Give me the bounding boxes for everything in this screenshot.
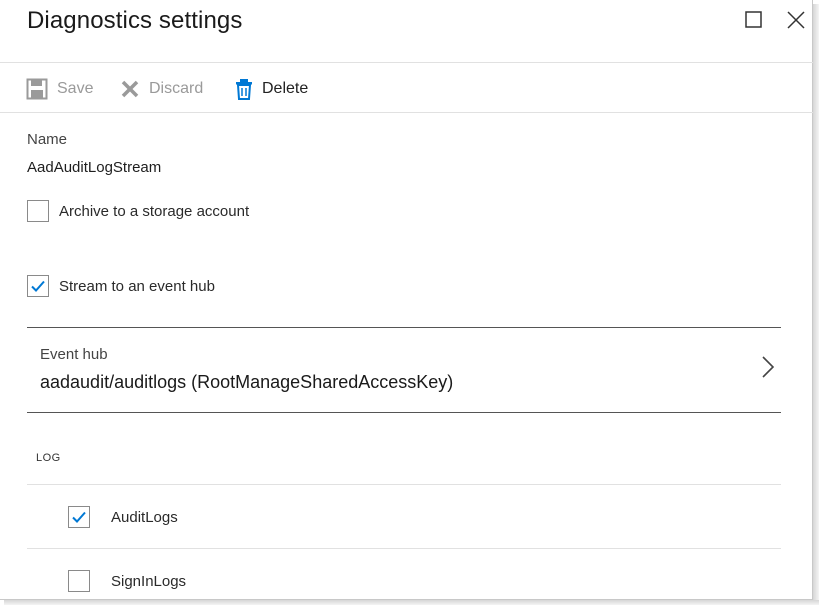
stream-event-hub-checkbox[interactable]: Stream to an event hub bbox=[27, 275, 215, 297]
checkmark-icon bbox=[72, 511, 86, 523]
log-section-heading: LOG bbox=[36, 452, 61, 464]
name-label: Name bbox=[27, 131, 68, 148]
close-icon bbox=[787, 11, 805, 29]
toolbar-divider bbox=[0, 112, 813, 113]
event-hub-bottom-divider bbox=[27, 412, 781, 413]
stream-checkbox-box[interactable] bbox=[27, 275, 49, 297]
delete-label: Delete bbox=[262, 80, 309, 97]
header-divider bbox=[0, 62, 813, 63]
discard-label: Discard bbox=[149, 80, 204, 97]
save-label: Save bbox=[57, 80, 94, 97]
name-value: AadAuditLogStream bbox=[27, 159, 162, 176]
discard-button[interactable]: Discard bbox=[120, 76, 203, 102]
event-hub-value: aadaudit/auditlogs (RootManageSharedAcce… bbox=[40, 372, 454, 392]
signinlogs-label: SignInLogs bbox=[111, 572, 187, 590]
checkmark-icon bbox=[31, 280, 45, 292]
log-item-auditlogs[interactable]: AuditLogs bbox=[68, 506, 178, 528]
page-title: Diagnostics settings bbox=[27, 7, 243, 34]
auditlogs-checkbox-box[interactable] bbox=[68, 506, 90, 528]
close-button[interactable] bbox=[786, 10, 806, 30]
chevron-right-icon bbox=[762, 356, 775, 378]
stream-checkbox-label: Stream to an event hub bbox=[59, 277, 215, 295]
archive-storage-checkbox[interactable]: Archive to a storage account bbox=[27, 200, 249, 222]
event-hub-label: Event hub bbox=[40, 346, 108, 363]
diagnostics-settings-blade: Diagnostics settings Save Discard Delete… bbox=[0, 0, 813, 600]
archive-checkbox-box[interactable] bbox=[27, 200, 49, 222]
trash-icon bbox=[236, 79, 252, 100]
panel-shadow-right bbox=[813, 4, 819, 605]
save-icon bbox=[26, 78, 48, 100]
panel-shadow-bottom bbox=[4, 600, 819, 605]
discard-icon bbox=[121, 80, 139, 98]
auditlogs-label: AuditLogs bbox=[111, 508, 178, 526]
delete-button[interactable]: Delete bbox=[235, 76, 308, 102]
log-row-divider bbox=[27, 548, 781, 549]
log-item-signinlogs[interactable]: SignInLogs bbox=[68, 570, 186, 592]
save-button[interactable]: Save bbox=[26, 76, 93, 102]
event-hub-top-divider bbox=[27, 327, 781, 328]
signinlogs-checkbox-box[interactable] bbox=[68, 570, 90, 592]
archive-checkbox-label: Archive to a storage account bbox=[59, 202, 250, 220]
maximize-button[interactable] bbox=[744, 10, 764, 30]
maximize-icon bbox=[745, 11, 762, 28]
log-header-divider bbox=[27, 484, 781, 485]
event-hub-selector[interactable]: Event hub aadaudit/auditlogs (RootManage… bbox=[27, 329, 781, 413]
